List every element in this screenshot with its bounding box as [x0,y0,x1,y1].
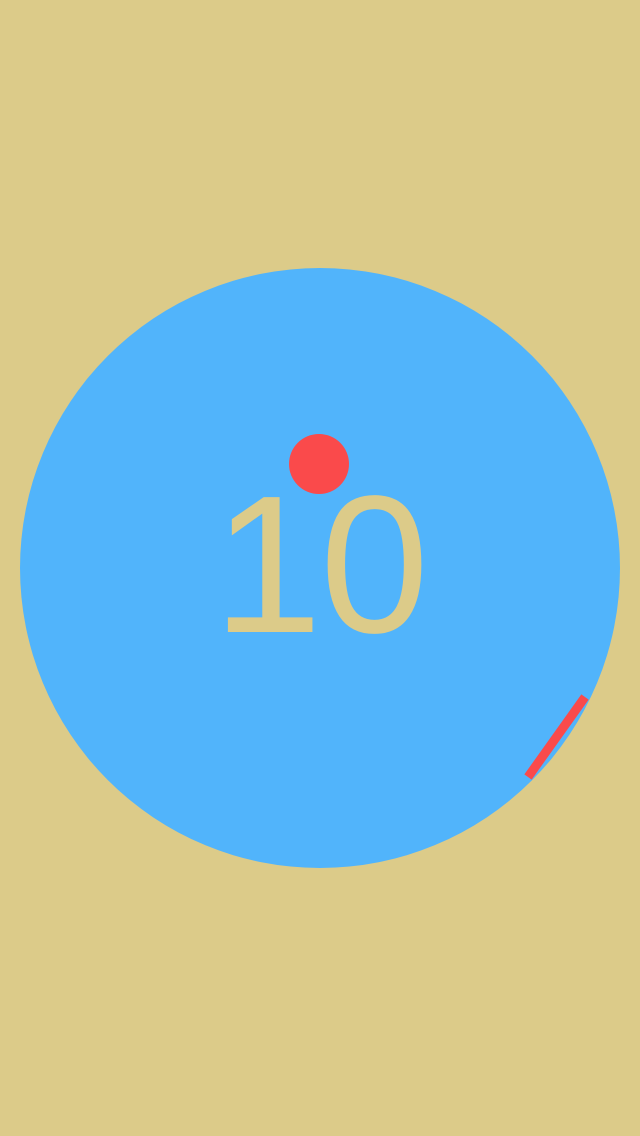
score-counter: 10 [212,455,429,674]
game-board[interactable]: 10 [0,0,640,1136]
ball [289,434,349,494]
